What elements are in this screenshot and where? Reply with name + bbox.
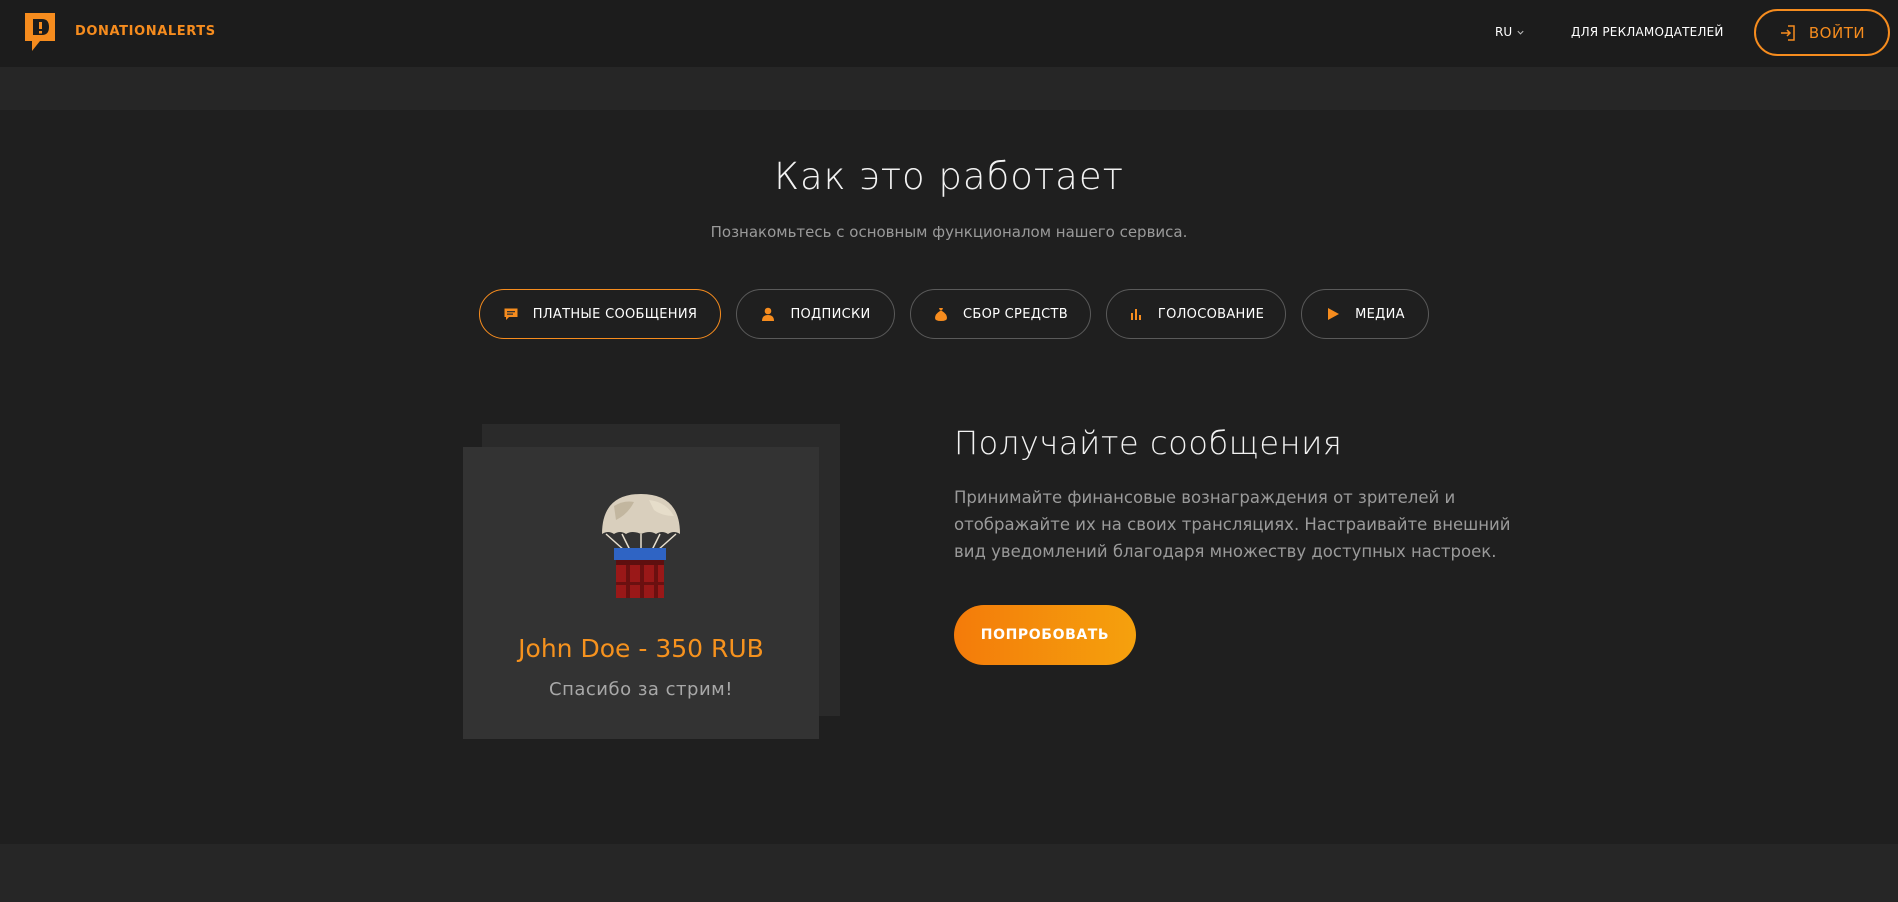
language-selector[interactable]: RU [1495,25,1525,39]
header-band [0,67,1898,110]
feature-tabs: ПЛАТНЫЕ СООБЩЕНИЯ ПОДПИСКИ СБОР СРЕДСТВ … [0,289,1898,339]
login-icon [1780,24,1795,41]
brand-name[interactable]: DONATIONALERTS [75,24,216,39]
login-label: ВОЙТИ [1808,23,1866,42]
tab-subscriptions[interactable]: ПОДПИСКИ [736,289,895,339]
alert-donor-amount: John Doe - 350 RUB [518,634,764,663]
tab-paid-messages[interactable]: ПЛАТНЫЕ СООБЩЕНИЯ [479,289,721,339]
tab-fundraising[interactable]: СБОР СРЕДСТВ [910,289,1091,339]
donationalerts-logo-icon[interactable] [22,11,58,53]
tab-label: МЕДИА [1355,306,1405,322]
money-bag-icon [934,308,947,321]
footer-band [0,844,1898,902]
language-label: RU [1495,25,1513,39]
message-icon [504,308,518,320]
section-title: Как это работает [774,155,1124,198]
try-button[interactable]: ПОПРОБОВАТЬ [954,605,1136,665]
bar-chart-icon [1130,309,1141,320]
tab-label: СБОР СРЕДСТВ [962,306,1069,322]
user-icon [762,307,775,321]
section-subtitle: Познакомьтесь с основным функционалом на… [710,223,1188,241]
advertisers-link[interactable]: ДЛЯ РЕКЛАМОДАТЕЛЕЙ [1571,25,1724,39]
tab-label: ПЛАТНЫЕ СООБЩЕНИЯ [532,306,698,322]
airdrop-crate-icon [602,494,680,598]
tab-voting[interactable]: ГОЛОСОВАНИЕ [1106,289,1286,339]
chevron-down-icon [1517,30,1524,35]
tab-media[interactable]: МЕДИА [1301,289,1429,339]
tab-label: ГОЛОСОВАНИЕ [1157,306,1265,322]
top-navbar: DONATIONALERTS RU ДЛЯ РЕКЛАМОДАТЕЛЕЙ ВОЙ… [0,0,1898,67]
login-button[interactable]: ВОЙТИ [1754,9,1890,56]
alert-message: Спасибо за стрим! [549,679,733,700]
feature-title: Получайте сообщения [954,424,1343,462]
tab-label: ПОДПИСКИ [790,306,871,322]
feature-description: Принимайте финансовые вознаграждения от … [954,488,1511,561]
play-icon [1328,308,1340,320]
